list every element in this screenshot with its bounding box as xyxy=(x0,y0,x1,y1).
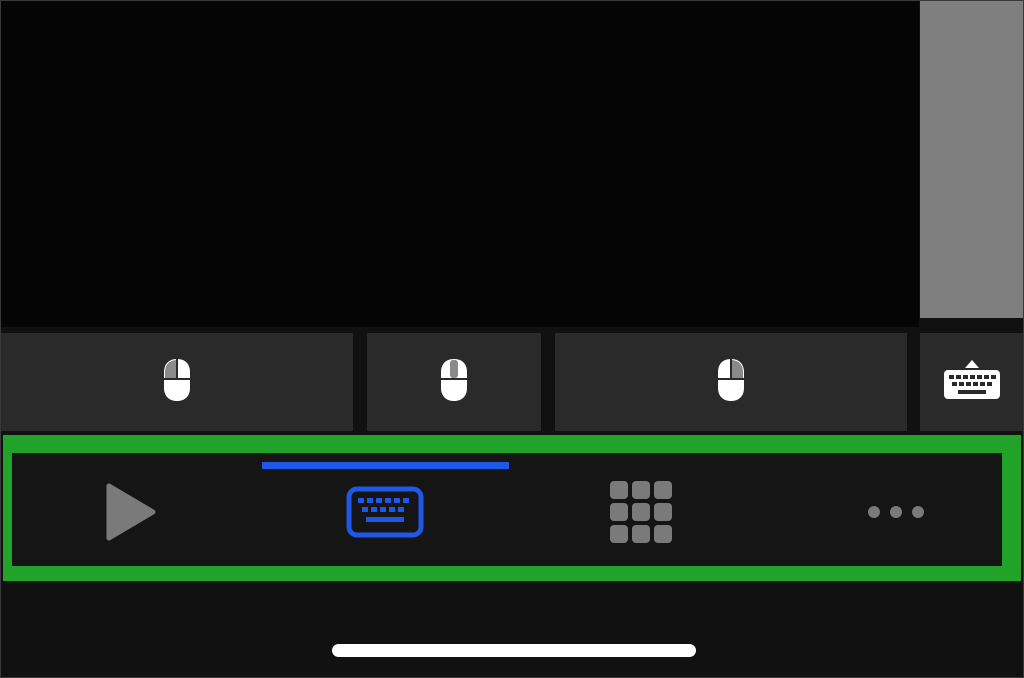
tab-play[interactable] xyxy=(31,471,231,556)
tab-keyboard[interactable] xyxy=(285,471,485,556)
mouse-left-icon xyxy=(162,357,192,407)
keyboard-show-icon xyxy=(943,359,1001,405)
mouse-right-icon xyxy=(716,357,746,407)
mouse-middle-icon xyxy=(439,357,469,407)
tab-keypad[interactable] xyxy=(541,471,741,556)
keypad-grid-icon xyxy=(609,480,673,548)
scroll-strip[interactable] xyxy=(920,1,1023,318)
home-indicator[interactable] xyxy=(332,644,696,657)
left-click-button[interactable] xyxy=(1,333,353,431)
tab-more[interactable] xyxy=(796,471,996,556)
more-dots-icon xyxy=(866,504,926,524)
active-tab-indicator xyxy=(262,462,509,469)
play-icon xyxy=(105,482,157,546)
remote-control-screen xyxy=(0,0,1024,678)
trackpad-area[interactable] xyxy=(1,1,919,327)
right-click-button[interactable] xyxy=(555,333,907,431)
keyboard-icon xyxy=(346,486,424,542)
middle-click-button[interactable] xyxy=(367,333,541,431)
show-keyboard-button[interactable] xyxy=(920,333,1023,431)
